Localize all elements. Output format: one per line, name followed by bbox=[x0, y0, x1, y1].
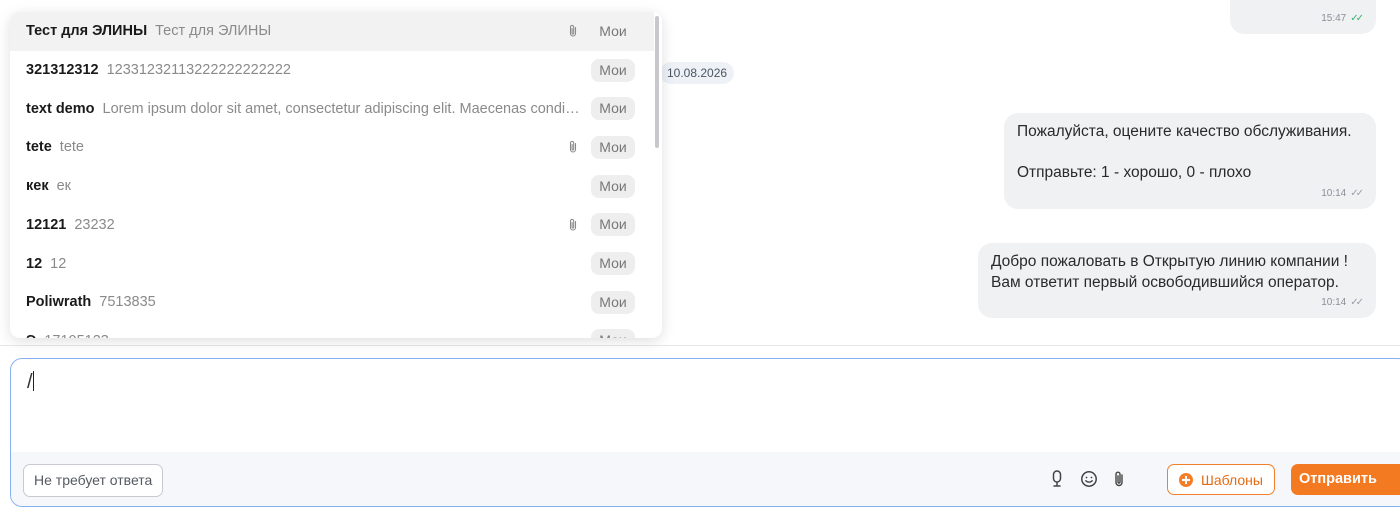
attachment-icon bbox=[568, 24, 582, 40]
text-caret bbox=[32, 371, 34, 391]
template-item[interactable]: Poliwrath 7513835 Мои bbox=[10, 283, 654, 322]
template-title: Тест для ЭЛИНЫ bbox=[26, 23, 148, 40]
template-item[interactable]: 321312312 12331232113222222222222 Мои bbox=[10, 51, 654, 90]
message-input[interactable]: / bbox=[27, 371, 34, 394]
message-time: 10:14 bbox=[1321, 296, 1347, 308]
template-item[interactable]: 12 12 Мои bbox=[10, 244, 654, 283]
template-owner-badge: Мои bbox=[599, 22, 627, 39]
templates-dropdown: Тест для ЭЛИНЫ Тест для ЭЛИНЫ Мои 321312312… bbox=[10, 12, 662, 338]
template-owner-badge: Мои bbox=[591, 58, 635, 82]
message-composer: / Не требует ответа Шаблоны Отправить bbox=[10, 358, 1400, 507]
template-owner-badge: Мои bbox=[591, 135, 635, 159]
template-owner-badge: Мои bbox=[591, 97, 635, 121]
message-bubble: Добро пожаловать в Открытую линию компан… bbox=[978, 243, 1376, 318]
templates-button-label: Шаблоны bbox=[1201, 471, 1263, 488]
emoji-icon[interactable] bbox=[1079, 469, 1099, 489]
attach-icon[interactable] bbox=[1109, 469, 1129, 489]
template-preview-text: 12331232113222222222222 bbox=[106, 62, 291, 79]
template-title: 321312312 bbox=[26, 62, 99, 79]
delivered-check-icon: ✓✓ bbox=[1350, 296, 1364, 308]
template-title: text demo bbox=[26, 100, 95, 117]
template-owner-badge: Мои bbox=[591, 290, 635, 314]
template-preview-text: 17105123 bbox=[44, 333, 586, 338]
template-title: 12 bbox=[26, 255, 43, 272]
composer-toolbar: Не требует ответа Шаблоны Отправить bbox=[11, 452, 1400, 506]
template-item[interactable]: кек ек Мои bbox=[10, 167, 654, 206]
template-preview-text: Тест для ЭЛИНЫ bbox=[155, 23, 272, 40]
delivered-check-icon: ✓✓ bbox=[1350, 187, 1364, 199]
template-item[interactable]: tete tete Мои bbox=[10, 128, 654, 167]
template-item[interactable]: Э 17105123 Мои bbox=[10, 322, 654, 338]
message-meta: 10:14 ✓✓ bbox=[1321, 293, 1364, 314]
message-text-line: Отправьте: 1 - хорошо, 0 - плохо bbox=[1017, 164, 1252, 181]
message-text-line: Вам ответит первый освободившийся операт… bbox=[991, 274, 1339, 291]
template-title: Э bbox=[26, 333, 36, 338]
template-preview-text: ек bbox=[56, 178, 72, 195]
template-title: Poliwrath bbox=[26, 294, 92, 311]
template-title: 12121 bbox=[26, 216, 67, 233]
template-preview-text: tete bbox=[59, 139, 84, 156]
message-text-line: Добро пожаловать в Открытую линию компан… bbox=[991, 253, 1348, 270]
template-item[interactable]: 12121 23232 Мои bbox=[10, 206, 654, 245]
template-item[interactable]: Тест для ЭЛИНЫ Тест для ЭЛИНЫ Мои bbox=[10, 12, 654, 51]
message-time: 15:47 bbox=[1321, 12, 1347, 24]
template-owner-badge: Мои bbox=[591, 213, 635, 237]
attachment-icon bbox=[568, 218, 582, 234]
message-meta: 15:47 ✓✓ bbox=[1321, 9, 1364, 30]
message-bubble: 321 15:47 ✓✓ bbox=[1230, 0, 1376, 34]
message-meta: 10:14 ✓✓ bbox=[1321, 184, 1364, 205]
add-circle-icon bbox=[1179, 472, 1194, 487]
no-reply-needed-button[interactable]: Не требует ответа bbox=[23, 464, 164, 497]
template-preview-text: 7513835 bbox=[99, 294, 156, 311]
attachment-icon bbox=[568, 140, 582, 156]
template-owner-badge: Мои bbox=[591, 174, 635, 198]
template-preview-text: 23232 bbox=[74, 216, 115, 233]
message-time: 10:14 bbox=[1321, 187, 1347, 199]
template-preview-text: Lorem ipsum dolor sit amet, consectetur … bbox=[102, 100, 587, 117]
send-button[interactable]: Отправить bbox=[1291, 464, 1400, 495]
message-text-line: Пожалуйста, оцените качество обслуживани… bbox=[1017, 123, 1352, 140]
template-owner-badge: Мои bbox=[591, 252, 635, 276]
template-title: кек bbox=[26, 178, 49, 195]
dropdown-scrollbar[interactable] bbox=[655, 16, 659, 148]
template-item[interactable]: text demo Lorem ipsum dolor sit amet, con… bbox=[10, 89, 654, 128]
composer-divider bbox=[0, 345, 1400, 346]
date-separator: 10.08.2026 bbox=[660, 62, 735, 84]
template-owner-badge: Мои bbox=[591, 329, 635, 338]
template-title: tete bbox=[26, 139, 52, 156]
read-check-icon: ✓✓ bbox=[1350, 12, 1364, 24]
message-bubble: Пожалуйста, оцените качество обслуживани… bbox=[1004, 113, 1376, 209]
templates-button[interactable]: Шаблоны bbox=[1167, 464, 1275, 495]
microphone-icon[interactable] bbox=[1047, 469, 1067, 489]
template-preview-text: 12 bbox=[50, 255, 67, 272]
